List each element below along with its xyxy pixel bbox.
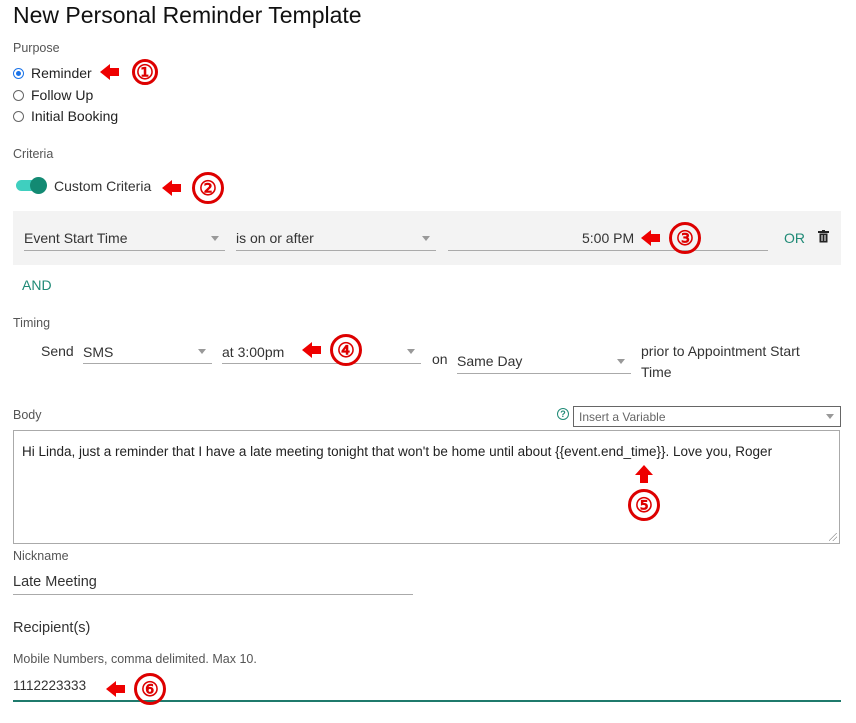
resize-handle-icon[interactable]: [829, 533, 837, 541]
criteria-operator-value: is on or after: [236, 230, 314, 246]
body-textarea[interactable]: Hi Linda, just a reminder that I have a …: [13, 430, 840, 544]
red-arrow-icon: [302, 342, 321, 358]
annotation-3: ③: [641, 222, 701, 254]
criteria-field-value: Event Start Time: [24, 230, 128, 246]
annotation-number: ⑥: [134, 673, 166, 705]
chevron-down-icon: [617, 358, 625, 364]
annotation-4: ④: [302, 334, 362, 366]
annotation-number: ②: [192, 172, 224, 204]
timing-suffix: prior to Appointment Start Time: [641, 343, 800, 380]
recipients-value: 1112223333: [13, 678, 87, 693]
body-text: Hi Linda, just a reminder that I have a …: [22, 444, 773, 459]
red-arrow-icon: [162, 180, 181, 196]
trash-icon[interactable]: [818, 230, 829, 243]
criteria-value-input[interactable]: 5:00 PM: [448, 226, 768, 251]
annotation-number: ④: [330, 334, 362, 366]
radio-unselected-icon[interactable]: [13, 89, 24, 101]
criteria-operator-select[interactable]: is on or after: [236, 226, 436, 251]
radio-reminder-label: Reminder: [31, 65, 92, 81]
day-value: Same Day: [457, 353, 523, 369]
toggle-knob: [30, 177, 47, 194]
time-value: at 3:00pm: [222, 343, 285, 360]
radio-selected-icon[interactable]: [13, 67, 24, 79]
criteria-time-value: 5:00 PM: [582, 230, 635, 246]
radio-unselected-icon[interactable]: [13, 110, 24, 122]
annotation-number: ⑤: [628, 489, 660, 521]
radio-follow-up-label: Follow Up: [31, 87, 94, 103]
and-button[interactable]: AND: [22, 277, 52, 293]
red-arrow-icon: [100, 64, 119, 80]
nickname-value: Late Meeting: [13, 574, 97, 590]
radio-reminder[interactable]: Reminder: [13, 65, 92, 81]
criteria-field-select[interactable]: Event Start Time: [24, 226, 225, 251]
body-label: Body: [13, 408, 42, 422]
chevron-down-icon: [407, 349, 415, 354]
chevron-down-icon: [198, 349, 206, 354]
timing-label: Timing: [13, 316, 51, 330]
or-button[interactable]: OR: [784, 230, 805, 246]
send-label: Send: [41, 343, 74, 359]
red-arrow-icon: [635, 465, 653, 483]
annotation-number: ③: [669, 222, 701, 254]
day-select[interactable]: Same Day: [457, 349, 631, 374]
chevron-down-icon: [422, 235, 430, 241]
annotation-5: ⑤: [628, 465, 660, 521]
nickname-input[interactable]: Late Meeting: [13, 570, 413, 595]
custom-criteria-toggle[interactable]: [16, 177, 47, 194]
help-icon[interactable]: ?: [557, 408, 569, 420]
nickname-label: Nickname: [13, 549, 69, 563]
insert-variable-select[interactable]: Insert a Variable: [573, 406, 841, 427]
purpose-label: Purpose: [13, 41, 60, 55]
criteria-label: Criteria: [13, 147, 54, 161]
insert-variable-placeholder: Insert a Variable: [579, 409, 666, 424]
page-title: New Personal Reminder Template: [13, 2, 362, 28]
chevron-down-icon: [826, 414, 834, 419]
annotation-6: ⑥: [106, 673, 166, 705]
on-label: on: [432, 351, 448, 367]
recipients-hint: Mobile Numbers, comma delimited. Max 10.: [13, 652, 257, 666]
radio-initial-booking[interactable]: Initial Booking: [13, 108, 118, 124]
channel-select[interactable]: SMS: [83, 340, 212, 364]
recipients-heading: Recipient(s): [13, 620, 91, 636]
annotation-2: ②: [162, 172, 224, 204]
annotation-number: ①: [132, 59, 158, 85]
red-arrow-icon: [641, 230, 660, 246]
custom-criteria-label: Custom Criteria: [54, 178, 152, 194]
channel-value: SMS: [83, 343, 114, 360]
radio-initial-booking-label: Initial Booking: [31, 108, 119, 124]
radio-follow-up[interactable]: Follow Up: [13, 87, 93, 103]
red-arrow-icon: [106, 681, 125, 697]
chevron-down-icon: [211, 235, 219, 241]
annotation-1: ①: [100, 59, 158, 85]
